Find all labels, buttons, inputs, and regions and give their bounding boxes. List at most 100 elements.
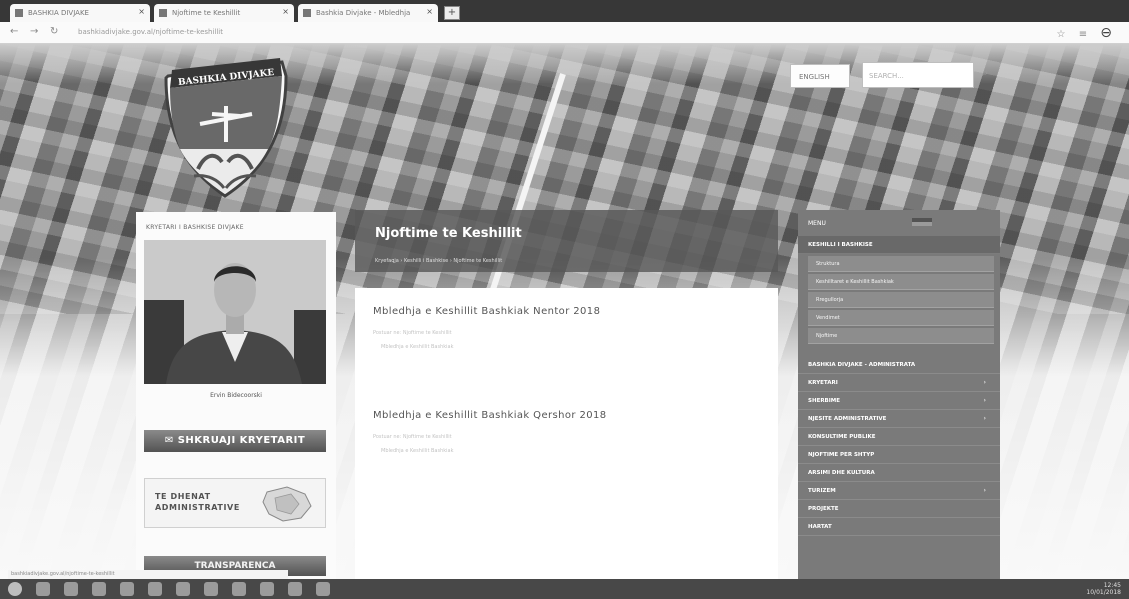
new-tab-button[interactable]: +: [444, 6, 460, 20]
chevron-right-icon: ›: [983, 379, 986, 386]
sidebar-item-label: ARSIMI DHE KULTURA: [808, 470, 875, 476]
post-title-link[interactable]: Mbledhja e Keshillit Bashkiak Qershor 20…: [373, 410, 607, 421]
pdf-icon[interactable]: [232, 582, 246, 596]
sidebar-item[interactable]: HARTAT: [798, 518, 1000, 536]
administrative-data-text: TE DHENAT ADMINISTRATIVE: [155, 491, 240, 513]
sidebar-item-label: BASHKIA DIVJAKE - ADMINISTRATA: [808, 362, 916, 368]
admin-line-2: ADMINISTRATIVE: [155, 503, 240, 512]
tab-1[interactable]: Njoftime te Keshillit ×: [154, 4, 294, 22]
sidebar-item[interactable]: NJESITE ADMINISTRATIVE ›: [798, 410, 1000, 428]
tab-0[interactable]: BASHKIA DIVJAKE ×: [10, 4, 150, 22]
mayor-heading: KRYETARI I BASHKISE DIVJAKE: [146, 224, 244, 231]
sidebar-item-label: SHERBIME: [808, 398, 841, 404]
write-to-mayor-button[interactable]: ✉ SHKRUAJI KRYETARIT: [144, 430, 326, 452]
region-map-icon: [262, 486, 312, 522]
tab-2[interactable]: Bashkia Divjake - Mbledhja ×: [298, 4, 438, 22]
tab-close-icon[interactable]: ×: [138, 7, 145, 16]
sidebar-subitem[interactable]: Vendimet: [808, 310, 994, 326]
search-input[interactable]: SEARCH...: [862, 62, 974, 88]
forward-icon[interactable]: →: [30, 26, 38, 37]
app-icon[interactable]: [120, 582, 134, 596]
app-icon[interactable]: [288, 582, 302, 596]
sidebar-section-council[interactable]: KESHILLI I BASHKISE: [798, 236, 1000, 254]
reload-icon[interactable]: ↻: [50, 26, 58, 37]
sidebar-subitem[interactable]: Struktura: [808, 256, 994, 272]
sidebar-subitem[interactable]: Njoftime: [808, 328, 994, 344]
post-meta: Postuar ne: Njoftime te Keshillit: [373, 330, 452, 336]
status-url: bashkiadivjake.gov.al/njoftime-te-keshil…: [8, 570, 288, 579]
sidebar-item-label: PROJEKTE: [808, 506, 839, 512]
taskbar: 12:45 10/01/2018: [0, 579, 1129, 599]
post-meta: Postuar ne: Njoftime te Keshillit: [373, 434, 452, 440]
toolbar-icons: ☆ ≡ ⊖: [1057, 25, 1117, 41]
app-icon[interactable]: [316, 582, 330, 596]
folder-icon[interactable]: [64, 582, 78, 596]
chevron-right-icon: ›: [983, 487, 986, 494]
sidebar-item-label: KRYETARI: [808, 380, 838, 386]
sidebar-item[interactable]: KONSULTIME PUBLIKE: [798, 428, 1000, 446]
admin-line-1: TE DHENAT: [155, 492, 211, 501]
post-title-link[interactable]: Mbledhja e Keshillit Bashkiak Nentor 201…: [373, 306, 600, 317]
administrative-data-banner[interactable]: TE DHENAT ADMINISTRATIVE: [144, 478, 326, 528]
start-button-icon[interactable]: [8, 582, 22, 596]
left-column: KRYETARI I BASHKISE DIVJAKE Ervin Bideco…: [136, 212, 336, 579]
app-icon[interactable]: [176, 582, 190, 596]
sidebar-item-label: KONSULTIME PUBLIKE: [808, 434, 876, 440]
flag-icon[interactable]: [912, 218, 932, 226]
chrome-icon[interactable]: [148, 582, 162, 596]
search-icon[interactable]: ⌕: [982, 66, 988, 80]
sidebar-item-label: NJOFTIME PER SHTYP: [808, 452, 875, 458]
clock-date: 10/01/2018: [1086, 589, 1121, 596]
tab-close-icon[interactable]: ×: [426, 7, 433, 16]
tab-2-label: Bashkia Divjake - Mbledhja: [316, 9, 411, 17]
media-icon[interactable]: [92, 582, 106, 596]
favicon-icon: [15, 9, 23, 17]
search-placeholder: SEARCH...: [869, 72, 904, 80]
app-icon[interactable]: [260, 582, 274, 596]
breadcrumb[interactable]: Kryefaqja › Keshilli i Bashkise › Njofti…: [375, 258, 502, 264]
back-icon[interactable]: ←: [10, 26, 18, 37]
sidebar-item[interactable]: BASHKIA DIVJAKE - ADMINISTRATA: [798, 356, 1000, 374]
clock[interactable]: 12:45 10/01/2018: [1086, 582, 1121, 596]
favicon-icon: [159, 9, 167, 17]
mayor-photo: [144, 240, 326, 384]
mayor-name: Ervin Bidecoorski: [210, 392, 262, 399]
sidebar-item-label: HARTAT: [808, 524, 832, 530]
sidebar-subitem[interactable]: Keshilltaret e Keshillit Bashkiak: [808, 274, 994, 290]
sidebar-item[interactable]: TURIZEM ›: [798, 482, 1000, 500]
favicon-icon: [303, 9, 311, 17]
sidebar-subitem[interactable]: Rregullorja: [808, 292, 994, 308]
address-bar: ← → ↻ bashkiadivjake.gov.al/njoftime-te-…: [0, 22, 1129, 44]
chevron-right-icon: ›: [983, 397, 986, 404]
browser-icon[interactable]: [36, 582, 50, 596]
sidebar-item[interactable]: SHERBIME ›: [798, 392, 1000, 410]
language-button[interactable]: ENGLISH: [790, 64, 850, 88]
menu-icon[interactable]: ≡: [1079, 29, 1092, 40]
tab-bar: BASHKIA DIVJAKE × Njoftime te Keshillit …: [0, 0, 1129, 22]
mail-icon: ✉: [164, 435, 178, 446]
post-excerpt[interactable]: Mbledhja e Keshillit Bashkiak: [373, 344, 600, 350]
tab-0-label: BASHKIA DIVJAKE: [28, 9, 89, 17]
chevron-right-icon: ›: [983, 415, 986, 422]
user-icon[interactable]: ⊖: [1100, 25, 1117, 41]
sidebar-top-label: MENU: [808, 220, 826, 227]
write-to-mayor-label: SHKRUAJI KRYETARIT: [177, 435, 306, 446]
sidebar-item[interactable]: ARSIMI DHE KULTURA: [798, 464, 1000, 482]
tab-close-icon[interactable]: ×: [282, 7, 289, 16]
page-title: Njoftime te Keshillit: [375, 226, 522, 241]
sidebar-item[interactable]: NJOFTIME PER SHTYP: [798, 446, 1000, 464]
page-header: Njoftime te Keshillit Kryefaqja › Keshil…: [355, 210, 778, 272]
list-item: Mbledhja e Keshillit Bashkiak Nentor 201…: [373, 306, 600, 350]
municipality-crest-logo[interactable]: BASHKIA DIVJAKE: [160, 54, 290, 199]
post-excerpt[interactable]: Mbledhja e Keshillit Bashkiak: [373, 448, 607, 454]
sidebar-item[interactable]: PROJEKTE: [798, 500, 1000, 518]
sidebar-item-label: TURIZEM: [808, 488, 836, 494]
posts-list: Mbledhja e Keshillit Bashkiak Nentor 201…: [355, 288, 778, 579]
star-icon[interactable]: ☆: [1057, 29, 1071, 40]
app-icon[interactable]: [204, 582, 218, 596]
language-button-label: ENGLISH: [799, 73, 830, 81]
list-item: Mbledhja e Keshillit Bashkiak Qershor 20…: [373, 410, 607, 454]
sidebar-item-label: NJESITE ADMINISTRATIVE: [808, 416, 887, 422]
url-field[interactable]: bashkiadivjake.gov.al/njoftime-te-keshil…: [78, 28, 223, 36]
sidebar-item[interactable]: KRYETARI ›: [798, 374, 1000, 392]
